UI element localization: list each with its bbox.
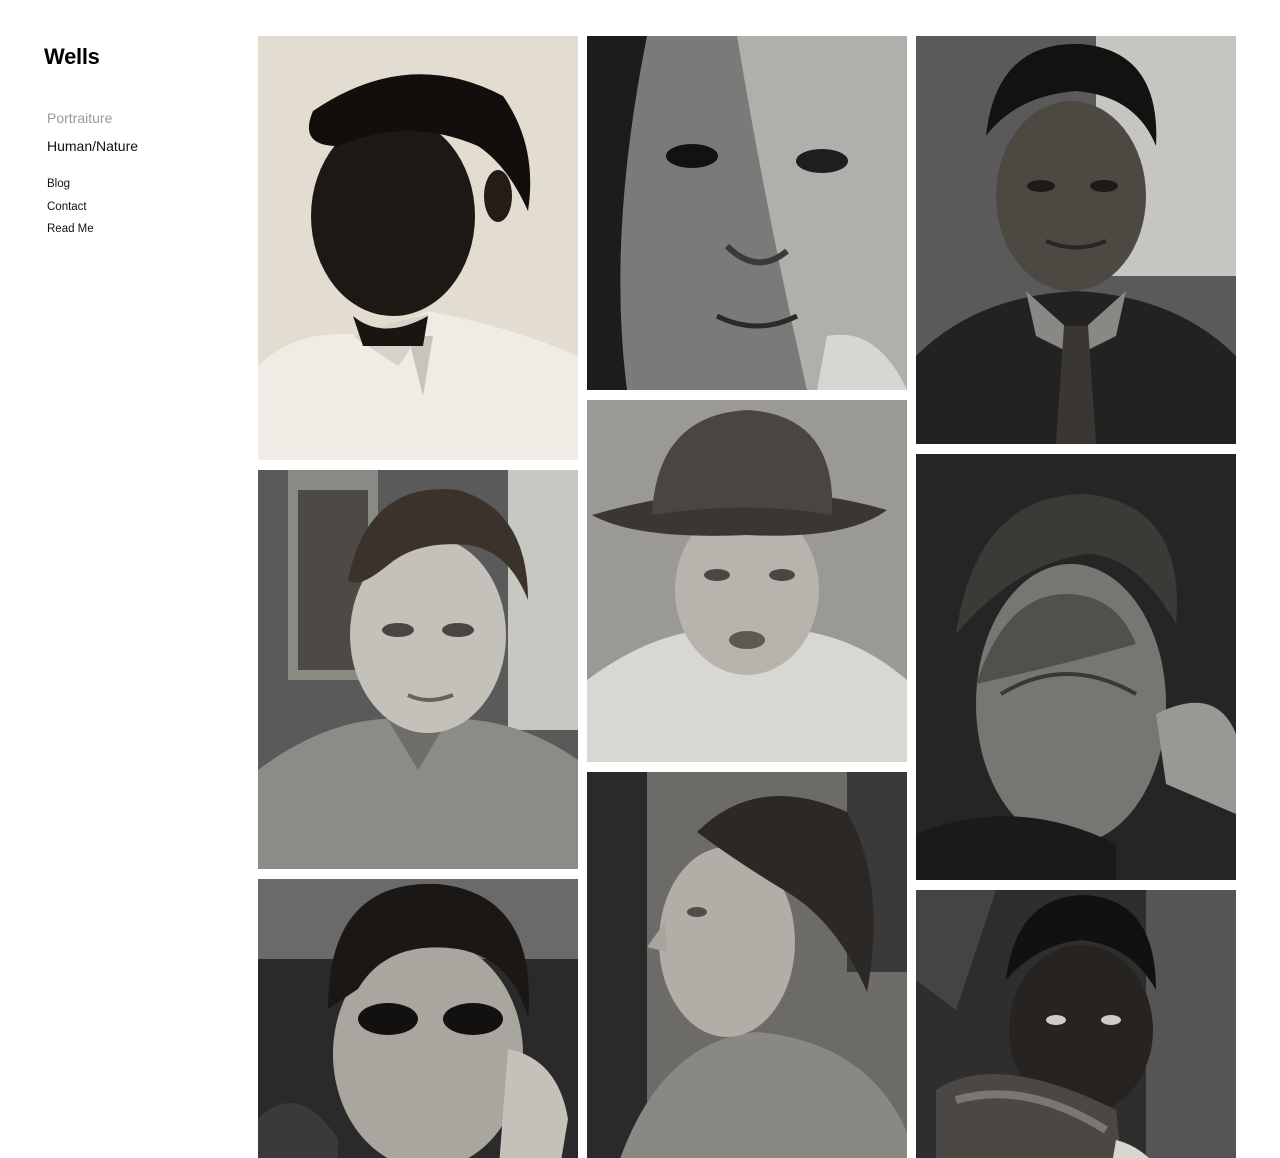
portrait-photo[interactable] <box>587 400 907 762</box>
portrait-photo[interactable] <box>587 36 907 390</box>
portrait-photo[interactable] <box>916 36 1236 444</box>
nav-item-portraiture[interactable]: Portraiture <box>47 104 138 132</box>
sidebar: Wells Portraiture Human/Nature Blog Cont… <box>0 0 240 1158</box>
portrait-image <box>258 879 578 1158</box>
portrait-image <box>916 454 1236 880</box>
portrait-photo[interactable] <box>258 36 578 460</box>
portrait-image <box>916 36 1236 444</box>
photo-gallery <box>258 36 1236 1158</box>
portrait-photo[interactable] <box>258 879 578 1158</box>
portrait-image <box>258 36 578 460</box>
nav-item-read-me[interactable]: Read Me <box>47 218 94 241</box>
nav-item-human-nature[interactable]: Human/Nature <box>47 132 138 160</box>
site-title[interactable]: Wells <box>44 44 100 70</box>
portrait-image <box>916 890 1236 1158</box>
portrait-photo[interactable] <box>916 454 1236 880</box>
portrait-photo[interactable] <box>587 772 907 1158</box>
portrait-photo[interactable] <box>258 470 578 869</box>
portrait-image <box>587 400 907 762</box>
portrait-photo[interactable] <box>916 890 1236 1158</box>
portrait-image <box>258 470 578 869</box>
portrait-image <box>587 36 907 390</box>
nav-item-contact[interactable]: Contact <box>47 196 94 219</box>
gallery-nav: Portraiture Human/Nature <box>47 104 138 160</box>
portrait-image <box>587 772 907 1158</box>
nav-item-blog[interactable]: Blog <box>47 173 94 196</box>
page-nav: Blog Contact Read Me <box>47 173 94 241</box>
